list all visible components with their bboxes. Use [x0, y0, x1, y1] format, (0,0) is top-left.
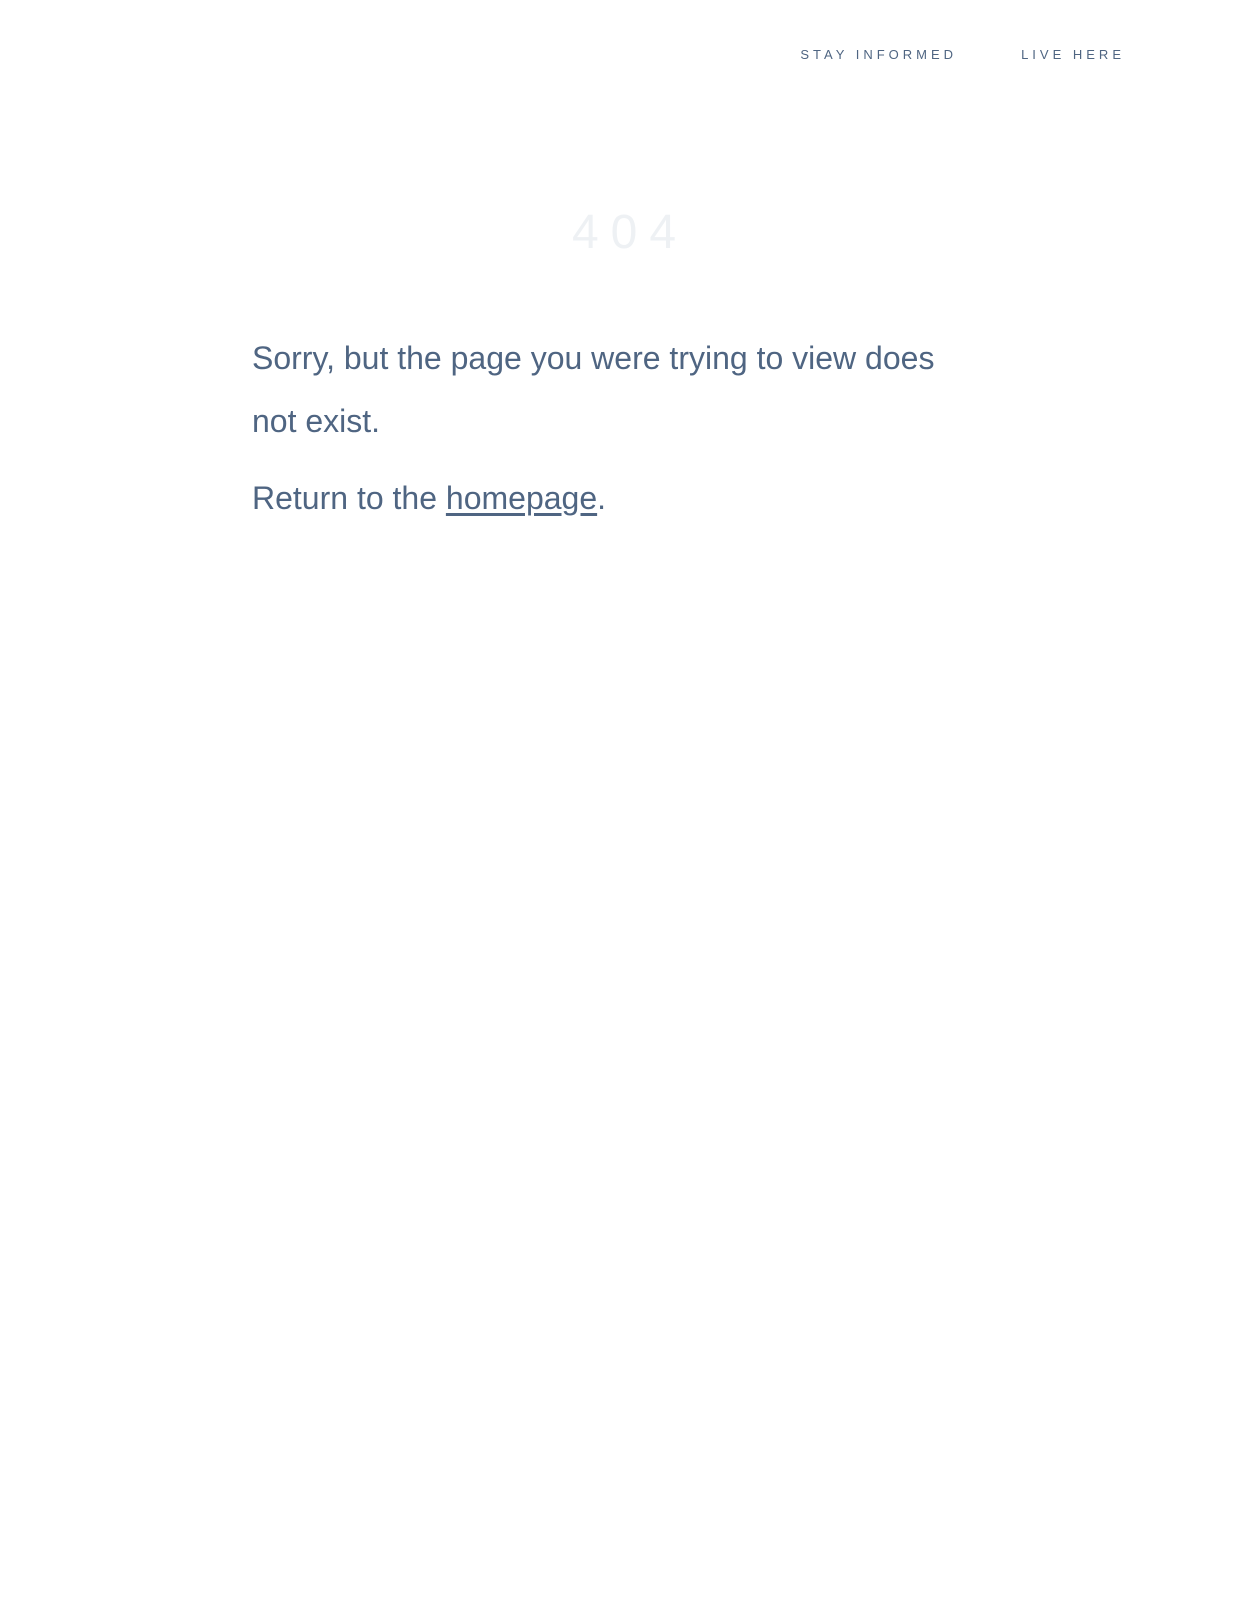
nav-link-live-here[interactable]: LIVE HERE	[1021, 47, 1125, 62]
error-message: Sorry, but the page you were trying to v…	[252, 340, 935, 439]
nav-link-stay-informed[interactable]: STAY INFORMED	[800, 47, 957, 62]
return-suffix: .	[597, 480, 607, 516]
top-nav: STAY INFORMED LIVE HERE	[800, 47, 1125, 62]
homepage-link[interactable]: homepage	[446, 480, 597, 516]
error-code: 404	[571, 206, 689, 259]
return-line: Return to the homepage.	[252, 478, 606, 518]
return-prefix: Return to the	[252, 480, 446, 516]
